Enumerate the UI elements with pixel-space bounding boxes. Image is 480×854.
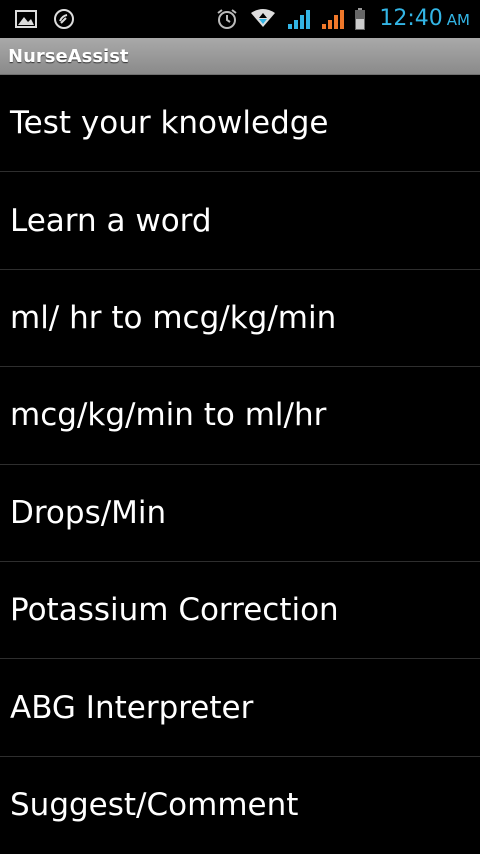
menu-item-potassium-correction[interactable]: Potassium Correction <box>0 562 480 660</box>
clock-time: 12:40 <box>379 6 443 31</box>
data-arrows-icon <box>248 0 278 38</box>
menu-item-suggest-comment[interactable]: Suggest/Comment <box>0 757 480 854</box>
menu-list: Test your knowledge Learn a word ml/ hr … <box>0 75 480 854</box>
menu-item-label: ABG Interpreter <box>10 689 254 726</box>
menu-item-label: mcg/kg/min to ml/hr <box>10 397 327 434</box>
menu-item-mlhr-to-mcgkgmin[interactable]: ml/ hr to mcg/kg/min <box>0 270 480 368</box>
status-bar: 12:40 AM <box>0 0 480 38</box>
menu-item-test-your-knowledge[interactable]: Test your knowledge <box>0 75 480 173</box>
battery-icon <box>352 0 368 38</box>
gallery-icon <box>14 0 38 38</box>
menu-item-label: Drops/Min <box>10 494 167 531</box>
status-clock: 12:40 AM <box>379 0 470 38</box>
menu-item-label: Suggest/Comment <box>10 787 299 824</box>
signal-blue-icon <box>286 0 314 38</box>
menu-item-drops-min[interactable]: Drops/Min <box>0 465 480 562</box>
app-title-bar: NurseAssist <box>0 38 480 75</box>
menu-item-label: ml/ hr to mcg/kg/min <box>10 299 337 336</box>
phone-call-icon <box>52 0 76 38</box>
alarm-icon <box>214 0 240 38</box>
menu-item-label: Potassium Correction <box>10 592 339 629</box>
menu-item-abg-interpreter[interactable]: ABG Interpreter <box>0 659 480 757</box>
menu-item-label: Learn a word <box>10 202 212 239</box>
signal-orange-icon <box>320 0 348 38</box>
menu-item-mcgkgmin-to-mlhr[interactable]: mcg/kg/min to ml/hr <box>0 367 480 465</box>
menu-item-learn-a-word[interactable]: Learn a word <box>0 172 480 270</box>
clock-ampm: AM <box>446 11 470 29</box>
app-title: NurseAssist <box>8 45 129 67</box>
menu-item-label: Test your knowledge <box>10 105 329 142</box>
